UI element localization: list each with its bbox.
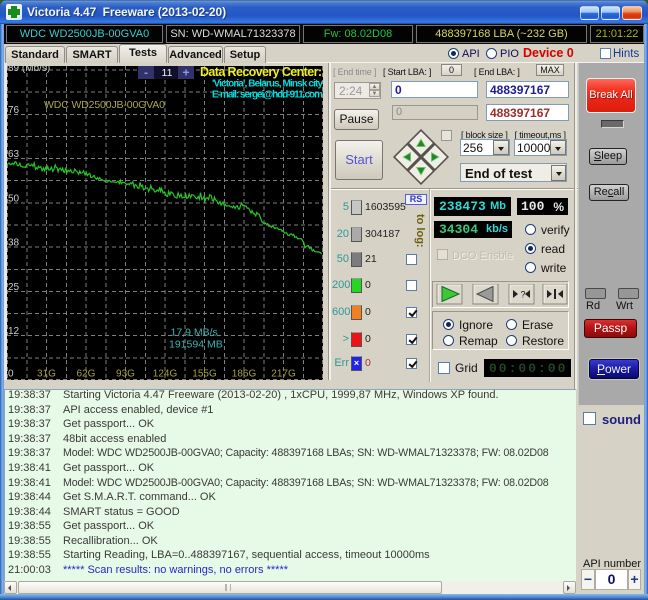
svg-text:+: + — [182, 66, 189, 80]
svg-text:50: 50 — [8, 193, 20, 204]
svg-text:63: 63 — [8, 149, 20, 160]
svg-text:62G: 62G — [77, 369, 96, 380]
svg-text:E-mail: sergei@hdd-911.com: E-mail: sergei@hdd-911.com — [212, 90, 323, 101]
svg-text:31G: 31G — [37, 369, 56, 380]
svg-text:191594 MB: 191594 MB — [169, 339, 223, 351]
svg-text:155G: 155G — [192, 369, 217, 380]
svg-text:17,9 MB/s: 17,9 MB/s — [171, 327, 218, 339]
svg-text:93G: 93G — [116, 369, 135, 380]
svg-text:38: 38 — [8, 238, 20, 249]
svg-text:Data Recovery Center:: Data Recovery Center: — [200, 65, 322, 79]
svg-text:217G: 217G — [271, 369, 296, 380]
svg-text:25: 25 — [8, 282, 20, 293]
svg-text:'Victoria', Belarus, Minsk cit: 'Victoria', Belarus, Minsk city — [212, 79, 323, 90]
svg-text:?: ? — [521, 290, 526, 300]
svg-text:12: 12 — [8, 326, 20, 337]
svg-text:-: - — [144, 66, 148, 80]
svg-text:0: 0 — [8, 369, 14, 380]
svg-text:76: 76 — [8, 105, 20, 116]
svg-text:186G: 186G — [232, 369, 257, 380]
svg-text:124G: 124G — [153, 369, 178, 380]
svg-text:89 (Mb/s): 89 (Mb/s) — [8, 63, 50, 74]
svg-text:11: 11 — [162, 67, 173, 79]
svg-text:WDC WD2500JB-00GVA0: WDC WD2500JB-00GVA0 — [44, 99, 165, 111]
